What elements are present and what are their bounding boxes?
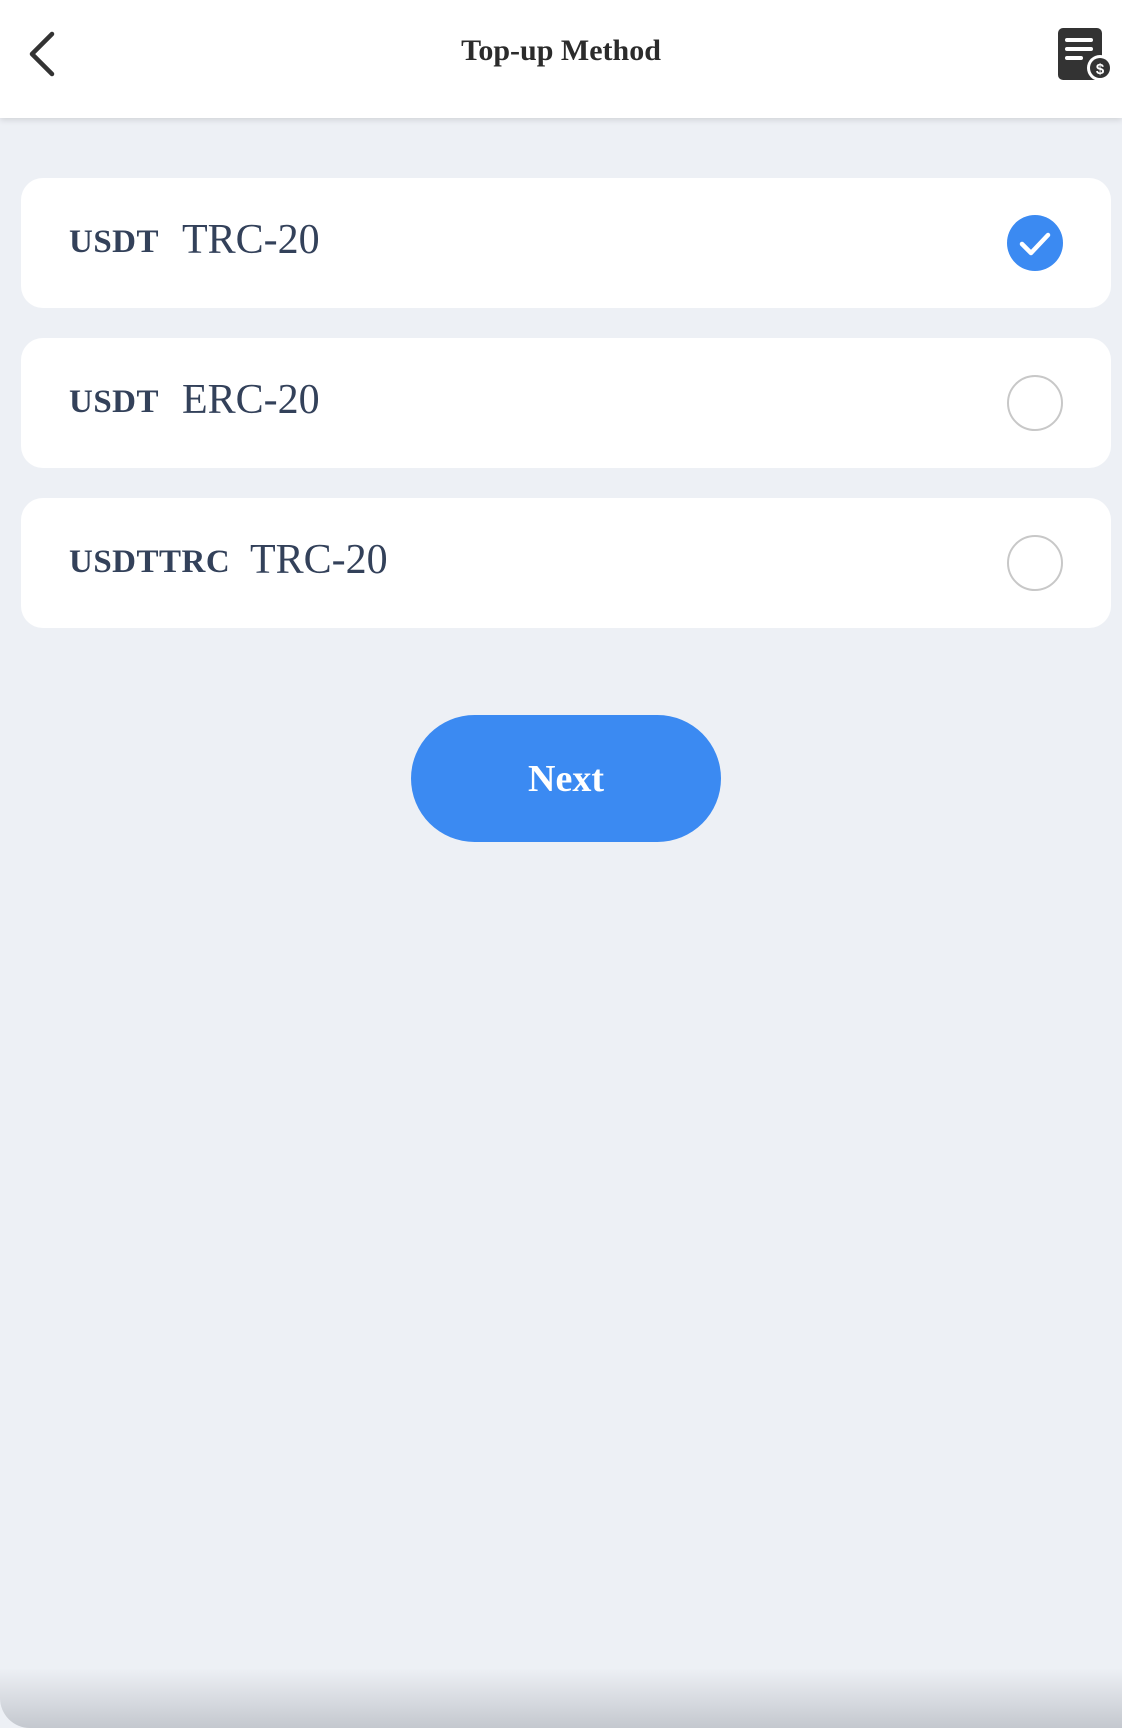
coin-label: USDT (69, 384, 160, 420)
records-button[interactable]: $ (1056, 26, 1114, 84)
bottom-edge-shadow (0, 1668, 1122, 1728)
page-title: Top-up Method (461, 34, 661, 67)
method-list: USDT TRC-20 USDT ERC-20 USDTTRC TRC-20 (21, 178, 1111, 658)
coin-label: USDT (69, 224, 160, 260)
next-button[interactable]: Next (411, 715, 721, 842)
top-bar: Top-up Method $ (0, 0, 1122, 118)
radio-unchecked-icon[interactable] (1007, 375, 1063, 431)
method-option-usdt-trc20[interactable]: USDT TRC-20 (21, 178, 1111, 308)
svg-text:$: $ (1096, 61, 1105, 78)
radio-checked-icon[interactable] (1007, 215, 1063, 271)
network-label: ERC-20 (182, 377, 320, 423)
method-option-usdt-erc20[interactable]: USDT ERC-20 (21, 338, 1111, 468)
checkmark-icon (1019, 232, 1051, 256)
network-label: TRC-20 (182, 217, 320, 263)
network-label: TRC-20 (250, 537, 388, 583)
coin-label: USDTTRC (69, 544, 231, 580)
invoice-dollar-icon: $ (1058, 28, 1113, 81)
radio-unchecked-icon[interactable] (1007, 535, 1063, 591)
method-option-usdttrc-trc20[interactable]: USDTTRC TRC-20 (21, 498, 1111, 628)
